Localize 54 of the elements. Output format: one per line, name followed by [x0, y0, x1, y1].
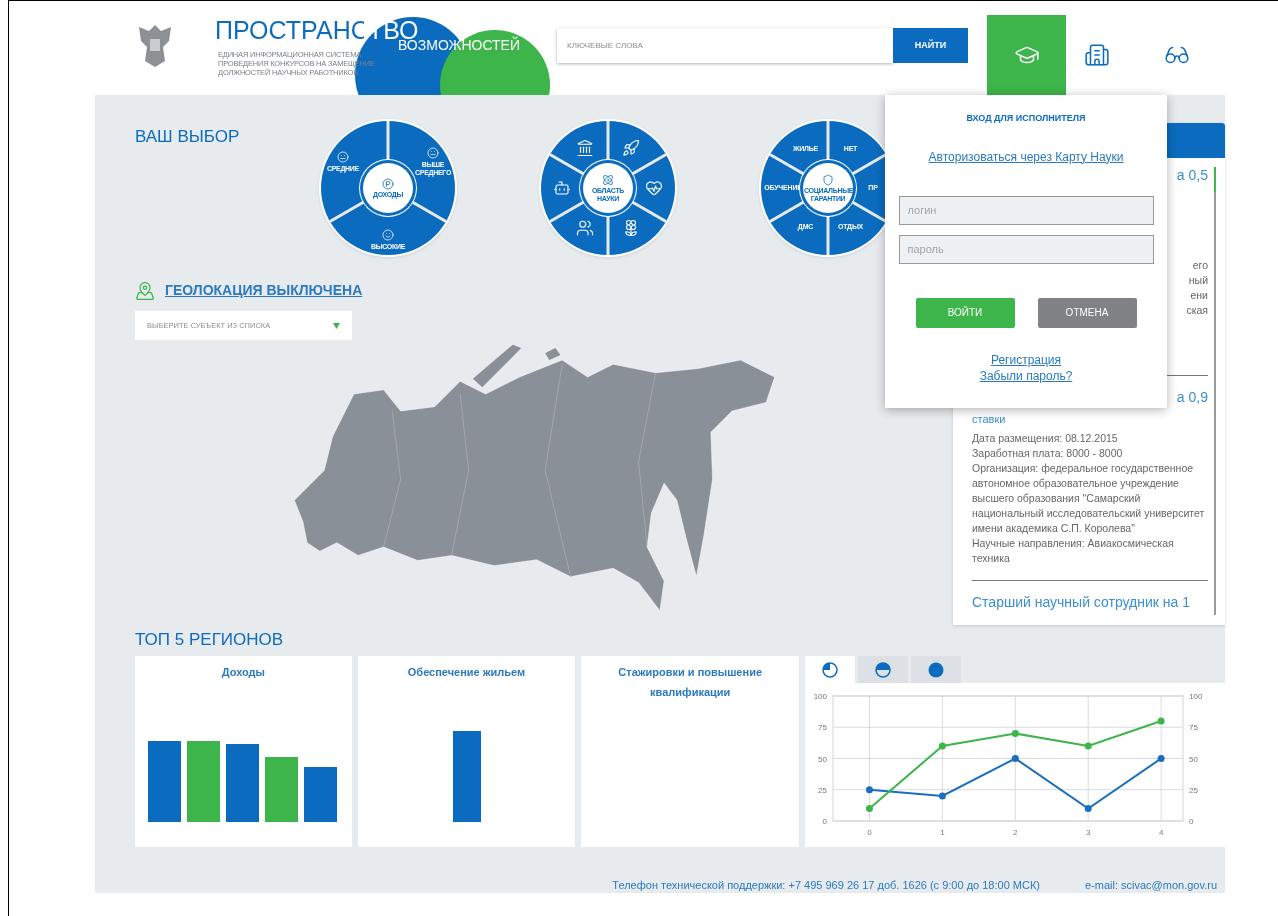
vacancy-detail: его	[1192, 258, 1208, 273]
card-title: Доходы	[220, 665, 266, 680]
x-tick-label: 2	[1013, 828, 1018, 837]
vacancy-detail: Заработная плата: 8000 - 8000	[972, 446, 1124, 461]
vacancy-detail: Дата размещения: 08.12.2015	[972, 431, 1119, 446]
vacancy-detail: Научные направления: Авиакосмическая техника	[972, 536, 1175, 566]
vacancy-detail: ный	[1188, 273, 1208, 288]
point	[1084, 805, 1092, 812]
vacancy-title[interactable]: ставки	[972, 412, 1208, 426]
card-title: Стажировки и повышение квалификации	[617, 665, 763, 700]
vacancy-title[interactable]: а 0,5	[1176, 166, 1208, 184]
y-tick-label: 25	[818, 785, 827, 795]
vacancy-detail: ская	[1186, 303, 1208, 318]
x-tick-label: 1	[940, 828, 945, 837]
x-tick-label: 3	[1086, 828, 1091, 837]
popup-link[interactable]: Забыли пароль?	[979, 367, 1073, 384]
search-button[interactable]: НАЙТИ	[893, 28, 968, 63]
point	[938, 792, 946, 800]
point	[1157, 717, 1165, 725]
vacancy-title[interactable]: Старший научный сотрудник на 1	[972, 593, 1208, 611]
y-tick-label: 50	[818, 754, 827, 764]
x-tick-label: 0	[867, 828, 872, 837]
x-tick-label: 4	[1158, 828, 1164, 837]
point	[865, 805, 873, 812]
popup-title: ВХОД ДЛЯ ИСПОЛНИТЕЛЯ	[966, 112, 1086, 125]
search-field[interactable]: КЛЮЧЕВЫЕ СЛОВА	[557, 28, 893, 63]
point	[865, 786, 873, 794]
vacancy-detail: Организация: федеральное государственное автономное образовательное учреждение высшего образования "Самарский национальный исследовательский университет имени академика С.П. Королева"	[972, 461, 1206, 536]
point	[1011, 755, 1019, 762]
auth-link[interactable]: Авторизоваться через Карту Науки	[928, 147, 1124, 166]
geolocation-link[interactable]: ГЕОЛОКАЦИЯ ВЫКЛЮЧЕНА	[165, 280, 363, 301]
y-tick-label: 50	[1189, 754, 1198, 764]
y-tick-label: 0	[1189, 817, 1194, 826]
card-title: Обеспечение жильем	[406, 665, 527, 680]
point	[1084, 742, 1092, 750]
y-tick-label: 75	[1189, 723, 1198, 733]
popup-link[interactable]: Регистрация	[990, 351, 1062, 368]
vacancy-detail: ени	[1190, 288, 1208, 303]
section-heading: ТОП 5 РЕГИОНОВ	[135, 630, 285, 650]
point	[938, 742, 946, 750]
y-tick-label: 25	[1189, 785, 1198, 795]
password-field[interactable]: пароль	[898, 234, 1154, 264]
y-tick-label: 100	[813, 692, 827, 701]
cancel-button[interactable]: ОТМЕНА	[1037, 297, 1137, 328]
support-phone: Телефон технической поддержки: +7 495 969 26 17 доб. 1626 (с 9:00 до 18:00 МСК)	[612, 877, 1040, 893]
y-tick-label: 0	[822, 817, 827, 826]
login-field[interactable]: логин	[898, 195, 1154, 225]
section-heading: ВАШ ВЫБОР	[135, 126, 241, 148]
support-email: e-mail: scivac@mon.gov.ru	[1085, 877, 1217, 893]
y-tick-label: 100	[1189, 692, 1203, 701]
point	[1011, 730, 1019, 737]
point	[1157, 755, 1165, 762]
y-tick-label: 75	[818, 723, 827, 733]
vacancy-title[interactable]: а 0,9	[1176, 388, 1208, 406]
